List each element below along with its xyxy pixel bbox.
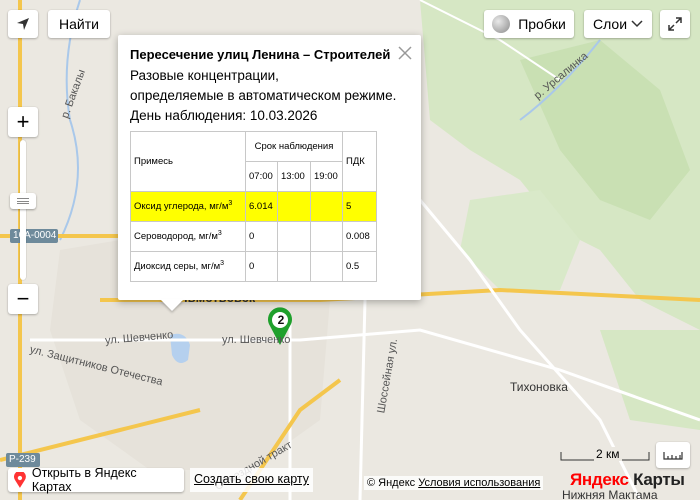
header-pdk: ПДК bbox=[342, 131, 377, 192]
logo-yandex: Яндекс bbox=[570, 470, 629, 489]
ruler-icon bbox=[663, 452, 683, 460]
copyright-text: © Яндекс bbox=[367, 477, 416, 489]
substance-name: Оксид углерода, мг/м3 bbox=[130, 191, 246, 222]
scale-bar: 2 км bbox=[560, 447, 650, 461]
map-pin-icon bbox=[14, 472, 26, 488]
traffic-label: Пробки bbox=[518, 16, 566, 32]
zoom-slider-handle[interactable] bbox=[10, 193, 36, 209]
logo-maps: Карты bbox=[633, 470, 685, 489]
value-cell: 6.014 bbox=[245, 191, 278, 222]
zoom-slider-track[interactable] bbox=[20, 140, 26, 280]
value-cell: 0 bbox=[245, 251, 278, 282]
header-time: 13:00 bbox=[277, 161, 311, 192]
substance-name: Сероводород, мг/м3 bbox=[130, 221, 246, 252]
table-row: Сероводород, мг/м3 0 0.008 bbox=[130, 221, 377, 252]
table-header-row: Примесь Срок наблюдения ПДК bbox=[130, 131, 377, 192]
balloon-description: определяемые в автоматическом режиме. bbox=[130, 88, 397, 103]
value-cell bbox=[310, 251, 343, 282]
layers-button[interactable]: Слои bbox=[584, 10, 652, 38]
header-period: Срок наблюдения bbox=[245, 131, 343, 162]
header-substance: Примесь bbox=[130, 131, 246, 192]
concentration-table: Примесь Срок наблюдения ПДК 07:00 13:00 … bbox=[130, 131, 377, 282]
copyright: © Яндекс Условия использования bbox=[364, 476, 544, 490]
value-cell bbox=[277, 191, 311, 222]
value-cell bbox=[310, 191, 343, 222]
pdk-cell: 0.008 bbox=[342, 221, 377, 252]
header-time: 19:00 bbox=[310, 161, 343, 192]
geolocation-button[interactable] bbox=[8, 10, 38, 38]
expand-icon bbox=[668, 17, 682, 31]
table-row: Диоксид серы, мг/м3 0 0.5 bbox=[130, 251, 377, 282]
value-cell bbox=[310, 221, 343, 252]
table-row: Оксид углерода, мг/м3 6.014 5 bbox=[130, 191, 377, 222]
header-time: 07:00 bbox=[245, 161, 278, 192]
yandex-maps-logo[interactable]: Яндекс Карты bbox=[570, 470, 685, 490]
traffic-light-icon bbox=[492, 15, 511, 33]
observation-date: День наблюдения: 10.03.2026 bbox=[130, 108, 318, 123]
close-icon[interactable] bbox=[397, 45, 413, 61]
terms-link[interactable]: Условия использования bbox=[418, 477, 540, 489]
open-in-yandex-maps-link[interactable]: Открыть в Яндекс Картах bbox=[8, 466, 184, 494]
arrow-icon bbox=[17, 18, 29, 30]
balloon-tail bbox=[160, 299, 184, 311]
highway-label: Р-239 bbox=[9, 454, 36, 465]
pdk-cell: 5 bbox=[342, 191, 377, 222]
traffic-button[interactable]: Пробки bbox=[484, 10, 574, 38]
substance-name: Диоксид серы, мг/м3 bbox=[130, 251, 246, 282]
balloon-description: Разовые концентрации, bbox=[130, 68, 279, 83]
place-label-tikhonovka: Тихоновка bbox=[510, 380, 568, 394]
zoom-in-button[interactable]: + bbox=[8, 107, 38, 137]
chevron-down-icon bbox=[631, 20, 643, 28]
info-balloon: Пересечение улиц Ленина – Строителей Раз… bbox=[118, 35, 421, 300]
create-map-link[interactable]: Создать свою карту bbox=[190, 468, 314, 492]
value-cell bbox=[277, 221, 311, 252]
ruler-button[interactable] bbox=[656, 442, 690, 468]
balloon-title: Пересечение улиц Ленина – Строителей bbox=[130, 47, 391, 62]
layers-label: Слои bbox=[592, 16, 628, 32]
value-cell bbox=[277, 251, 311, 282]
zoom-out-button[interactable]: − bbox=[8, 284, 38, 314]
pdk-cell: 0.5 bbox=[342, 251, 377, 282]
value-cell: 0 bbox=[245, 221, 278, 252]
open-link-label: Открыть в Яндекс Картах bbox=[31, 466, 137, 494]
street-label-shevchenko: ул. Шевченко bbox=[222, 334, 291, 346]
fullscreen-button[interactable] bbox=[660, 10, 690, 38]
find-button[interactable]: Найти bbox=[48, 10, 110, 38]
scale-label: 2 км bbox=[594, 447, 622, 461]
map-marker-number[interactable]: 2 bbox=[274, 313, 288, 327]
